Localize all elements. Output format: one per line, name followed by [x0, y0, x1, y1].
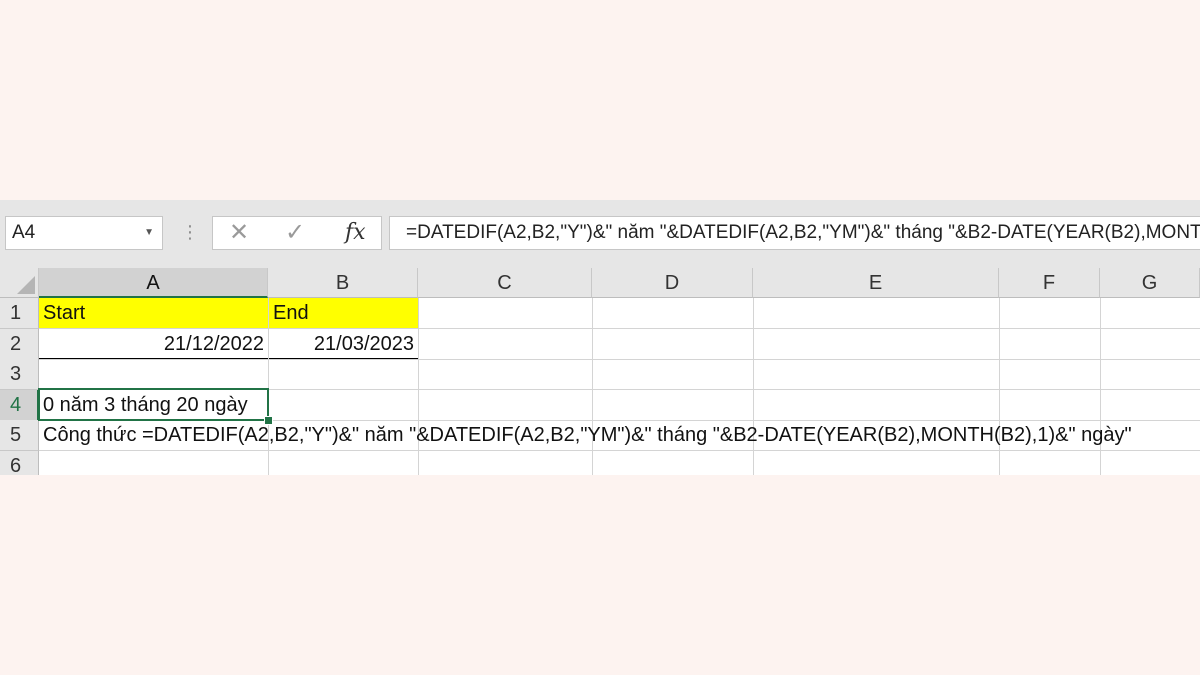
spreadsheet-window: A4 ▼ ⋮ ✕ ✓ fx =DATEDIF(A2,B2,"Y")&" năm … [0, 200, 1200, 475]
row-header-6[interactable]: 6 [0, 451, 39, 475]
cell-a1[interactable]: Start [39, 298, 268, 328]
row-header-5[interactable]: 5 [0, 420, 39, 451]
enter-check-icon[interactable]: ✓ [285, 217, 305, 249]
more-options-icon[interactable]: ⋮ [181, 220, 199, 244]
row-header-3[interactable]: 3 [0, 359, 39, 390]
row-header-2[interactable]: 2 [0, 329, 39, 360]
formula-input[interactable]: =DATEDIF(A2,B2,"Y")&" năm "&DATEDIF(A2,B… [389, 216, 1200, 250]
cell-a5[interactable]: Công thức =DATEDIF(A2,B2,"Y")&" năm "&DA… [39, 420, 1200, 450]
row-header-1[interactable]: 1 [0, 298, 39, 329]
fill-handle[interactable] [264, 416, 273, 425]
cell-a4[interactable]: 0 năm 3 tháng 20 ngày [39, 390, 268, 420]
name-box[interactable]: A4 ▼ [5, 216, 163, 250]
column-header-b[interactable]: B [268, 268, 418, 298]
row-header-4[interactable]: 4 [0, 390, 39, 421]
column-header-f[interactable]: F [999, 268, 1100, 298]
insert-function-icon[interactable]: fx [345, 217, 366, 249]
column-header-d[interactable]: D [592, 268, 753, 298]
column-header-e[interactable]: E [753, 268, 999, 298]
cancel-icon[interactable]: ✕ [229, 217, 249, 249]
cell-b2[interactable]: 21/03/2023 [269, 329, 418, 359]
select-all-corner[interactable] [0, 268, 39, 298]
cell-grid: A B C D E F G 1 2 3 4 5 6 Start End 21/1… [0, 268, 1200, 475]
formula-buttons: ✕ ✓ fx [212, 216, 382, 250]
cell-b1[interactable]: End [269, 298, 418, 328]
cell-a2[interactable]: 21/12/2022 [39, 329, 268, 359]
chevron-down-icon[interactable]: ▼ [144, 217, 154, 249]
formula-bar: A4 ▼ ⋮ ✕ ✓ fx =DATEDIF(A2,B2,"Y")&" năm … [0, 200, 1200, 268]
column-header-c[interactable]: C [418, 268, 592, 298]
name-box-value: A4 [12, 222, 36, 243]
column-header-g[interactable]: G [1100, 268, 1200, 298]
column-header-a[interactable]: A [39, 268, 268, 298]
